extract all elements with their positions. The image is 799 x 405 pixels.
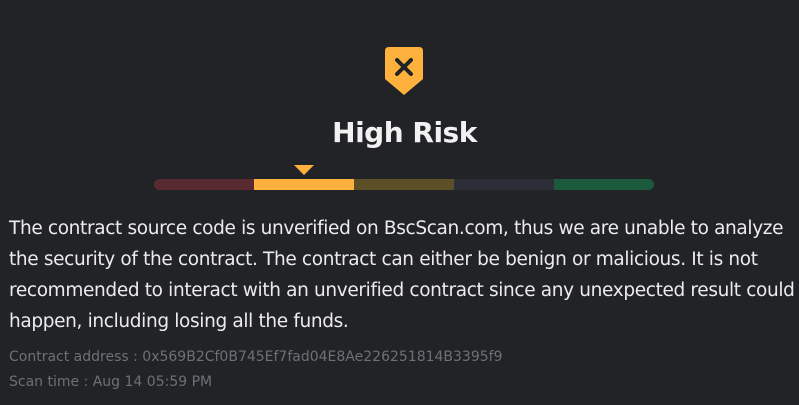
risk-scale-bar xyxy=(154,179,654,190)
risk-level-pointer xyxy=(294,165,314,175)
risk-level-title: High Risk xyxy=(332,116,477,149)
contract-address-row: Contract address : 0x569B2Cf0B745Ef7fad0… xyxy=(9,347,502,367)
risk-scale-segment-3 xyxy=(354,179,454,190)
risk-description: The contract source code is unverified o… xyxy=(9,218,795,332)
scan-time-row: Scan time : Aug 14 05:59 PM xyxy=(9,372,212,392)
scan-time-label: Scan time : xyxy=(9,374,93,390)
risk-scale-segment-2 xyxy=(254,179,354,190)
risk-scale-segment-5 xyxy=(554,179,654,190)
contract-address-value: 0x569B2Cf0B745Ef7fad04E8Ae226251814B3395… xyxy=(142,349,503,365)
contract-address-label: Contract address : xyxy=(9,349,143,365)
risk-scale-segment-1 xyxy=(154,179,254,190)
shield-x-icon xyxy=(385,47,423,95)
risk-scale-segment-4 xyxy=(454,179,554,190)
scan-time-value: Aug 14 05:59 PM xyxy=(92,374,213,390)
